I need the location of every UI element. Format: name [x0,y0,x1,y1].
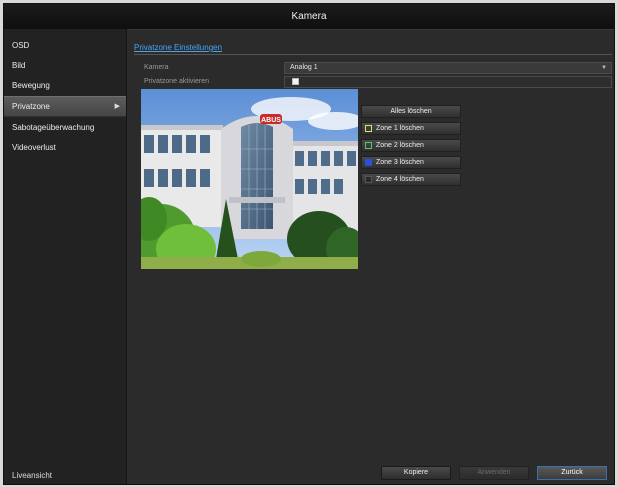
clear-zone-1-button[interactable]: Zone 1 löschen [361,122,461,135]
zone-2-label: Zone 2 löschen [376,142,424,149]
sidebar-item-bewegung[interactable]: Bewegung [4,76,126,95]
copy-button[interactable]: Kopiere [381,466,451,480]
camera-preview-image[interactable]: ABUS [141,89,358,269]
apply-button[interactable]: Anwenden [459,466,529,480]
camera-row: Kamera Analog 1 ▼ [134,62,612,74]
building-photo: ABUS [141,89,358,269]
section-title: Privatzone Einstellungen [134,43,223,52]
chevron-down-icon: ▼ [601,65,607,71]
back-button[interactable]: Zurück [537,466,607,480]
sidebar-item-label: Bewegung [12,81,50,90]
sidebar-item-privatzone[interactable]: Privatzone ▶ [4,96,126,117]
section-divider [134,54,612,55]
zone-1-label: Zone 1 löschen [376,125,424,132]
zone-4-label: Zone 4 löschen [376,176,424,183]
privacy-field [284,76,612,88]
clear-zone-3-button[interactable]: Zone 3 löschen [361,156,461,169]
clear-zone-4-button[interactable]: Zone 4 löschen [361,173,461,186]
zone-1-color-icon [365,125,372,132]
camera-settings-window: Kamera OSD Bild Bewegung Privatzone ▶ Sa… [3,3,615,485]
zone-3-label: Zone 3 löschen [376,159,424,166]
sidebar-item-osd[interactable]: OSD [4,36,126,55]
sidebar-item-label: Bild [12,61,26,70]
sidebar-item-label: Privatzone [12,102,50,111]
main-panel: Privatzone Einstellungen Kamera Analog 1… [129,29,614,484]
sidebar-item-label: Sabotageüberwachung [12,123,95,132]
sidebar-item-bild[interactable]: Bild [4,56,126,75]
chevron-right-icon: ▶ [114,103,120,110]
camera-select-value: Analog 1 [290,64,318,71]
window-title: Kamera [4,4,614,30]
liveview-link[interactable]: Liveansicht [12,471,52,480]
privacy-row: Privatzone aktivieren [134,76,612,88]
camera-label: Kamera [144,64,169,71]
clear-all-button[interactable]: Alles löschen [361,105,461,118]
zone-3-color-icon [365,159,372,166]
camera-select[interactable]: Analog 1 ▼ [284,62,612,74]
sidebar-item-label: Videoverlust [12,143,56,152]
sidebar: OSD Bild Bewegung Privatzone ▶ Sabotageü… [4,29,127,484]
zone-2-color-icon [365,142,372,149]
privacy-label: Privatzone aktivieren [144,78,209,85]
sidebar-item-label: OSD [12,41,30,50]
zone-buttons: Alles löschen Zone 1 löschen Zone 2 lösc… [361,105,461,190]
logo-text: ABUS [261,117,281,124]
privacy-checkbox[interactable] [292,78,299,85]
sidebar-item-sabotage[interactable]: Sabotageüberwachung [4,118,126,137]
zone-4-color-icon [365,176,372,183]
clear-zone-2-button[interactable]: Zone 2 löschen [361,139,461,152]
sidebar-item-videoverlust[interactable]: Videoverlust [4,138,126,157]
